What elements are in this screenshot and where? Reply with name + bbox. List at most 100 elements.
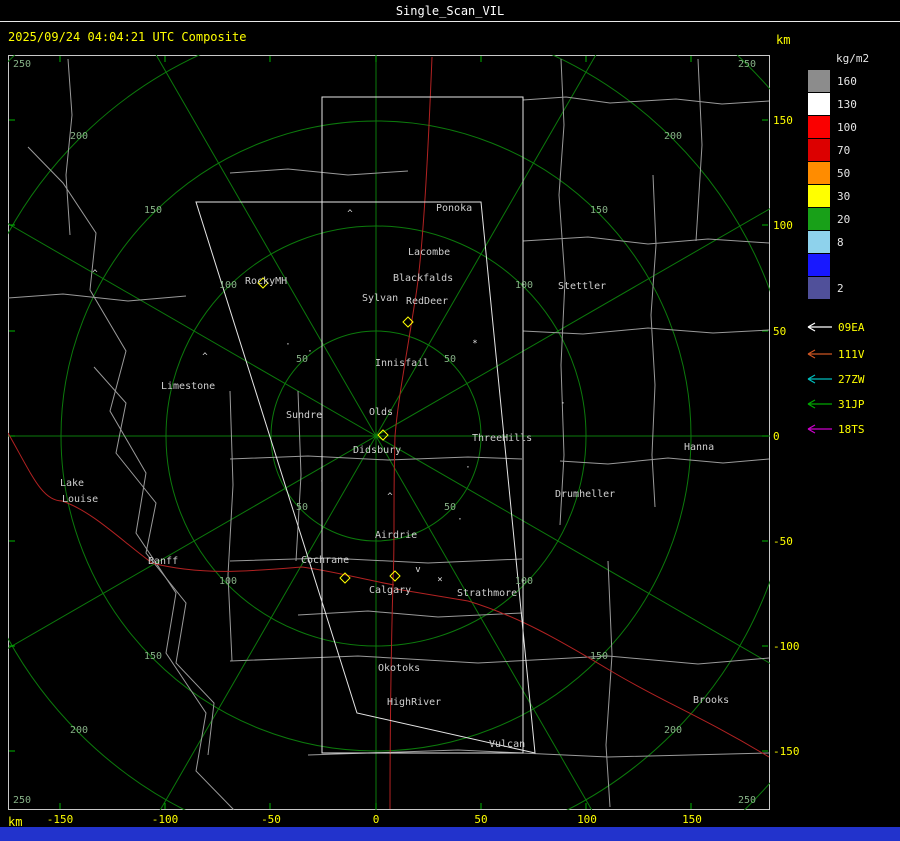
- town-marker: ·: [285, 340, 290, 350]
- ring-label: 200: [664, 131, 682, 142]
- city-label: Stettler: [558, 281, 606, 292]
- ring-label: 100: [515, 576, 533, 587]
- site-arrow-icon: [807, 322, 832, 332]
- radar-app-screen: { "window": { "title": "Single_Scan_VIL"…: [0, 0, 900, 841]
- city-label: Cochrane: [301, 555, 349, 566]
- legend-unit-label: kg/m2: [836, 52, 869, 65]
- site-arrow-icon: [807, 349, 832, 359]
- bottom-axis-label: 0: [372, 813, 380, 826]
- city-label: RedDeer: [406, 296, 448, 307]
- legend-value: 160: [837, 75, 857, 88]
- legend-color-swatch: [808, 116, 830, 138]
- site-arrow-icon: [807, 399, 832, 409]
- city-label: Airdrie: [375, 530, 417, 541]
- city-label: Hanna: [684, 442, 714, 453]
- town-marker: ·: [560, 399, 565, 409]
- ring-label: 50: [296, 354, 308, 365]
- town-marker: ×: [437, 575, 442, 585]
- site-id-label: 31JP: [838, 398, 865, 411]
- legend-color-swatch: [808, 231, 830, 253]
- site-arrow-icon: [807, 424, 832, 434]
- range-ring-labels: 50 100 150 200 250 50 100 150 200 250 50…: [13, 59, 756, 806]
- city-label: Limestone: [161, 381, 215, 392]
- ring-label: 50: [296, 502, 308, 513]
- legend-value: 100: [837, 121, 857, 134]
- town-marker: ^: [202, 352, 208, 362]
- town-marker: *: [472, 339, 477, 349]
- legend-value: 70: [837, 144, 850, 157]
- site-id-label: 18TS: [838, 423, 865, 436]
- city-label: Innisfail: [375, 358, 429, 369]
- bottom-axis-label: 50: [474, 813, 488, 826]
- town-marker: ·: [465, 463, 470, 473]
- city-label: Okotoks: [378, 663, 420, 674]
- right-axis-label: 150: [773, 114, 793, 127]
- city-label: Sundre: [286, 410, 322, 421]
- legend-color-swatch: [808, 139, 830, 161]
- scan-timestamp: 2025/09/24 04:04:21 UTC Composite: [8, 30, 247, 44]
- ring-label: 200: [664, 725, 682, 736]
- bottom-axis-label: -150: [46, 813, 74, 826]
- city-label: Brooks: [693, 695, 729, 706]
- city-label: Lake: [60, 478, 84, 489]
- ring-label: 100: [219, 280, 237, 291]
- town-marker: ^: [387, 492, 393, 502]
- right-axis-unit-label: km: [776, 33, 791, 47]
- right-axis-label: -150: [773, 745, 800, 758]
- ring-label: 200: [70, 131, 88, 142]
- legend-color-swatch: [808, 185, 830, 207]
- bottom-axis-label: -50: [261, 813, 281, 826]
- ring-label: 50: [444, 354, 456, 365]
- legend-color-swatch: [808, 277, 830, 299]
- city-label: Blackfalds: [393, 273, 453, 284]
- radar-map[interactable]: 50 100 150 200 250 50 100 150 200 250 50…: [8, 55, 770, 810]
- city-label: Calgary: [369, 585, 411, 596]
- right-axis-label: 100: [773, 219, 793, 232]
- legend-color-swatch: [808, 93, 830, 115]
- legend-value: 130: [837, 98, 857, 111]
- town-marker: ·: [457, 515, 462, 525]
- window-title: Single_Scan_VIL: [395, 3, 505, 18]
- right-axis-label: 0: [773, 430, 780, 443]
- right-axis-label: -100: [773, 640, 800, 653]
- city-label: Lacombe: [408, 247, 450, 258]
- site-id-label: 09EA: [838, 321, 865, 334]
- town-marker: ^: [92, 269, 98, 279]
- city-label: ThreeHills: [472, 433, 532, 444]
- site-id-label: 111V: [838, 348, 865, 361]
- city-label: RockyMH: [245, 276, 287, 287]
- legend-color-swatch: [808, 162, 830, 184]
- city-label: Vulcan: [489, 739, 525, 750]
- legend-color-swatch: [808, 254, 830, 276]
- city-label: HighRiver: [387, 697, 441, 708]
- ring-label: 150: [144, 205, 162, 216]
- taskbar-strip[interactable]: [0, 827, 900, 841]
- town-markers: ^ ^ ^ ^ * · · · · · · v ×: [92, 209, 565, 585]
- bottom-axis-label: -100: [151, 813, 179, 826]
- legend-value: 50: [837, 167, 850, 180]
- legend-panel: kg/m2 160 130 100 70 50 30 20 8 2 09EA 1…: [807, 52, 869, 436]
- town-marker: ^: [347, 209, 353, 219]
- city-label: Banff: [148, 556, 178, 567]
- city-label: Sylvan: [362, 293, 398, 304]
- ring-label: 150: [590, 205, 608, 216]
- site-id-label: 27ZW: [838, 373, 865, 386]
- site-arrow-icon: [807, 374, 832, 384]
- city-label: Olds: [369, 407, 393, 418]
- town-marker: ·: [307, 347, 312, 357]
- radar-site-diamond-icon: [389, 570, 401, 582]
- legend-color-swatch: [808, 208, 830, 230]
- bottom-axis-label: 150: [682, 813, 702, 826]
- ring-label: 250: [13, 59, 31, 70]
- scan-area-outlines: [195, 96, 536, 754]
- right-axis-label: 50: [773, 325, 787, 338]
- ring-label: 100: [515, 280, 533, 291]
- ring-label: 200: [70, 725, 88, 736]
- ring-label: 50: [444, 502, 456, 513]
- right-axis-label: -50: [773, 535, 793, 548]
- legend-value: 2: [837, 282, 844, 295]
- ring-label: 250: [738, 59, 756, 70]
- ring-label: 100: [219, 576, 237, 587]
- legend-value: 8: [837, 236, 844, 249]
- legend-value: 30: [837, 190, 850, 203]
